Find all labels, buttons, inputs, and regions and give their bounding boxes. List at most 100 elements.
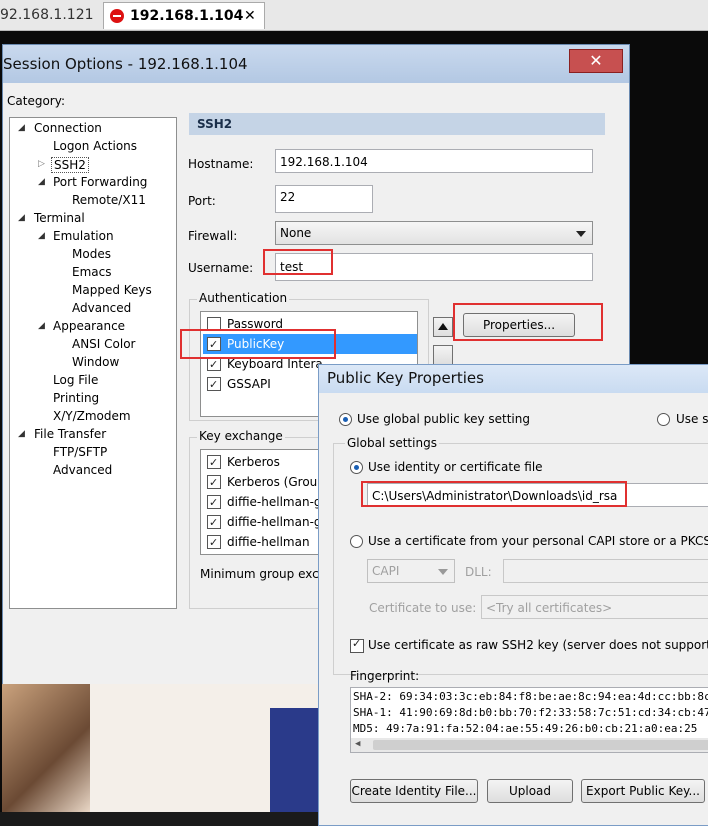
upload-button[interactable]: Upload [487,779,573,803]
tree-item-emacs[interactable]: Emacs [72,265,111,279]
expanded-icon: ◢ [18,213,25,223]
tree-item-log-file[interactable]: Log File [53,373,98,387]
category-tree[interactable]: ◢ Connection Logon Actions ▷ SSH2 ◢ Port… [9,117,177,609]
move-up-button[interactable] [433,317,453,337]
expanded-icon: ◢ [38,177,45,187]
use-identity-radio[interactable] [350,461,363,474]
move-down-button[interactable] [433,345,453,365]
tree-item-logon-actions[interactable]: Logon Actions [53,139,137,153]
tree-item-advanced[interactable]: Advanced [72,301,131,315]
dialog-titlebar[interactable]: Public Key Properties [319,365,708,393]
tree-item-ftp-sftp[interactable]: FTP/SFTP [53,445,107,459]
authentication-label: Authentication [197,291,290,305]
kex-method-label: diffie-hellman-g [227,495,322,509]
category-label: Category: [7,94,65,108]
expanded-icon: ◢ [18,123,25,133]
key-exchange-label: Key exchange [197,429,285,443]
horizontal-scrollbar[interactable]: ◀ [351,738,708,752]
cert-to-use-label: Certificate to use: [369,601,477,615]
highlight-properties [453,303,603,341]
use-capi-label[interactable]: Use a certificate from your personal CAP… [368,534,708,548]
port-field[interactable]: 22 [275,185,373,213]
fingerprint-sha2: SHA-2: 69:34:03:3c:eb:84:f8:be:ae:8c:94:… [353,690,708,703]
expanded-icon: ◢ [38,321,45,331]
dialog-title: Session Options - 192.168.1.104 [3,55,248,73]
panel-header: SSH2 [189,113,605,135]
arrow-up-icon [438,323,448,330]
fingerprint-label: Fingerprint: [350,669,420,683]
highlight-username [263,249,333,275]
fingerprint-box[interactable]: SHA-2: 69:34:03:3c:eb:84:f8:be:ae:8c:94:… [350,687,708,753]
close-button[interactable]: ✕ [569,49,623,73]
fingerprint-sha1: SHA-1: 41:90:69:8d:b0:bb:70:f2:33:58:7c:… [353,706,708,719]
tab-bar: 92.168.1.121 192.168.1.104 ✕ [0,0,708,31]
capi-select[interactable]: CAPI [367,559,455,583]
use-session-label[interactable]: Use s [676,412,708,426]
tree-item-port-forwarding[interactable]: Port Forwarding [53,175,147,189]
chevron-down-icon [576,231,586,237]
tree-item-remote-x11[interactable]: Remote/X11 [72,193,146,207]
checkbox[interactable] [207,473,221,493]
tab-label: 192.168.1.104 [130,8,244,24]
dll-field[interactable] [503,559,708,583]
min-group-label: Minimum group exch [200,567,327,581]
disconnected-icon [110,9,124,23]
cert-to-use-select[interactable]: <Try all certificates> [481,595,708,619]
tree-item-file-transfer[interactable]: File Transfer [34,427,106,441]
hostname-field[interactable]: 192.168.1.104 [275,149,593,173]
use-identity-label[interactable]: Use identity or certificate file [368,460,543,474]
tree-item-connection[interactable]: Connection [34,121,102,135]
blue-panel [270,708,318,812]
photo-thumbnail [2,684,90,812]
kex-method-label: Kerberos (Grou [227,475,318,489]
hostname-label: Hostname: [188,157,254,171]
use-capi-radio[interactable] [350,535,363,548]
dialog-title: Public Key Properties [327,369,484,387]
username-label: Username: [188,261,254,275]
highlight-identity-path [361,481,627,507]
capi-value: CAPI [372,564,400,578]
tab-label: 92.168.1.121 [0,7,94,23]
tree-item-ssh2[interactable]: SSH2 [51,157,89,173]
background-image [2,684,318,812]
dll-label: DLL: [465,565,492,579]
tab-session-121[interactable]: 92.168.1.121 [0,2,100,28]
dialog-titlebar[interactable]: Session Options - 192.168.1.104 ✕ [3,45,629,83]
tree-item-terminal[interactable]: Terminal [34,211,85,225]
checkbox[interactable] [207,355,221,375]
tab-close-icon[interactable]: ✕ [244,3,256,29]
tree-item-modes[interactable]: Modes [72,247,111,261]
tree-item-appearance[interactable]: Appearance [53,319,125,333]
checkbox[interactable] [207,533,221,553]
use-global-radio[interactable] [339,413,352,426]
tree-item-mapped-keys[interactable]: Mapped Keys [72,283,152,297]
close-icon: ✕ [589,51,603,70]
use-global-label[interactable]: Use global public key setting [357,412,530,426]
checkbox[interactable] [207,453,221,473]
tree-item-printing[interactable]: Printing [53,391,99,405]
scroll-left-icon[interactable]: ◀ [355,739,360,749]
export-public-key-button[interactable]: Export Public Key... [581,779,705,803]
chevron-down-icon [438,569,448,575]
create-identity-button[interactable]: Create Identity File... [350,779,478,803]
firewall-value: None [280,226,312,240]
checkbox[interactable] [207,513,221,533]
port-label: Port: [188,194,216,208]
checkbox[interactable] [207,375,221,395]
firewall-select[interactable]: None [275,221,593,245]
scroll-thumb[interactable] [373,740,708,750]
tree-item-emulation[interactable]: Emulation [53,229,114,243]
raw-ssh2-label[interactable]: Use certificate as raw SSH2 key (server … [368,638,708,652]
tree-item-ansi-color[interactable]: ANSI Color [72,337,136,351]
tree-item-advanced-ft[interactable]: Advanced [53,463,112,477]
tree-item-xyzmodem[interactable]: X/Y/Zmodem [53,409,131,423]
tab-session-104[interactable]: 192.168.1.104 ✕ [103,2,265,29]
public-key-properties-dialog: Public Key Properties Use global public … [318,364,708,826]
use-session-radio[interactable] [657,413,670,426]
panel-title: SSH2 [197,117,233,131]
checkbox[interactable] [207,493,221,513]
raw-ssh2-checkbox[interactable] [350,637,364,653]
tree-item-window[interactable]: Window [72,355,119,369]
collapsed-icon[interactable]: ▷ [38,159,45,169]
firewall-label: Firewall: [188,229,238,243]
